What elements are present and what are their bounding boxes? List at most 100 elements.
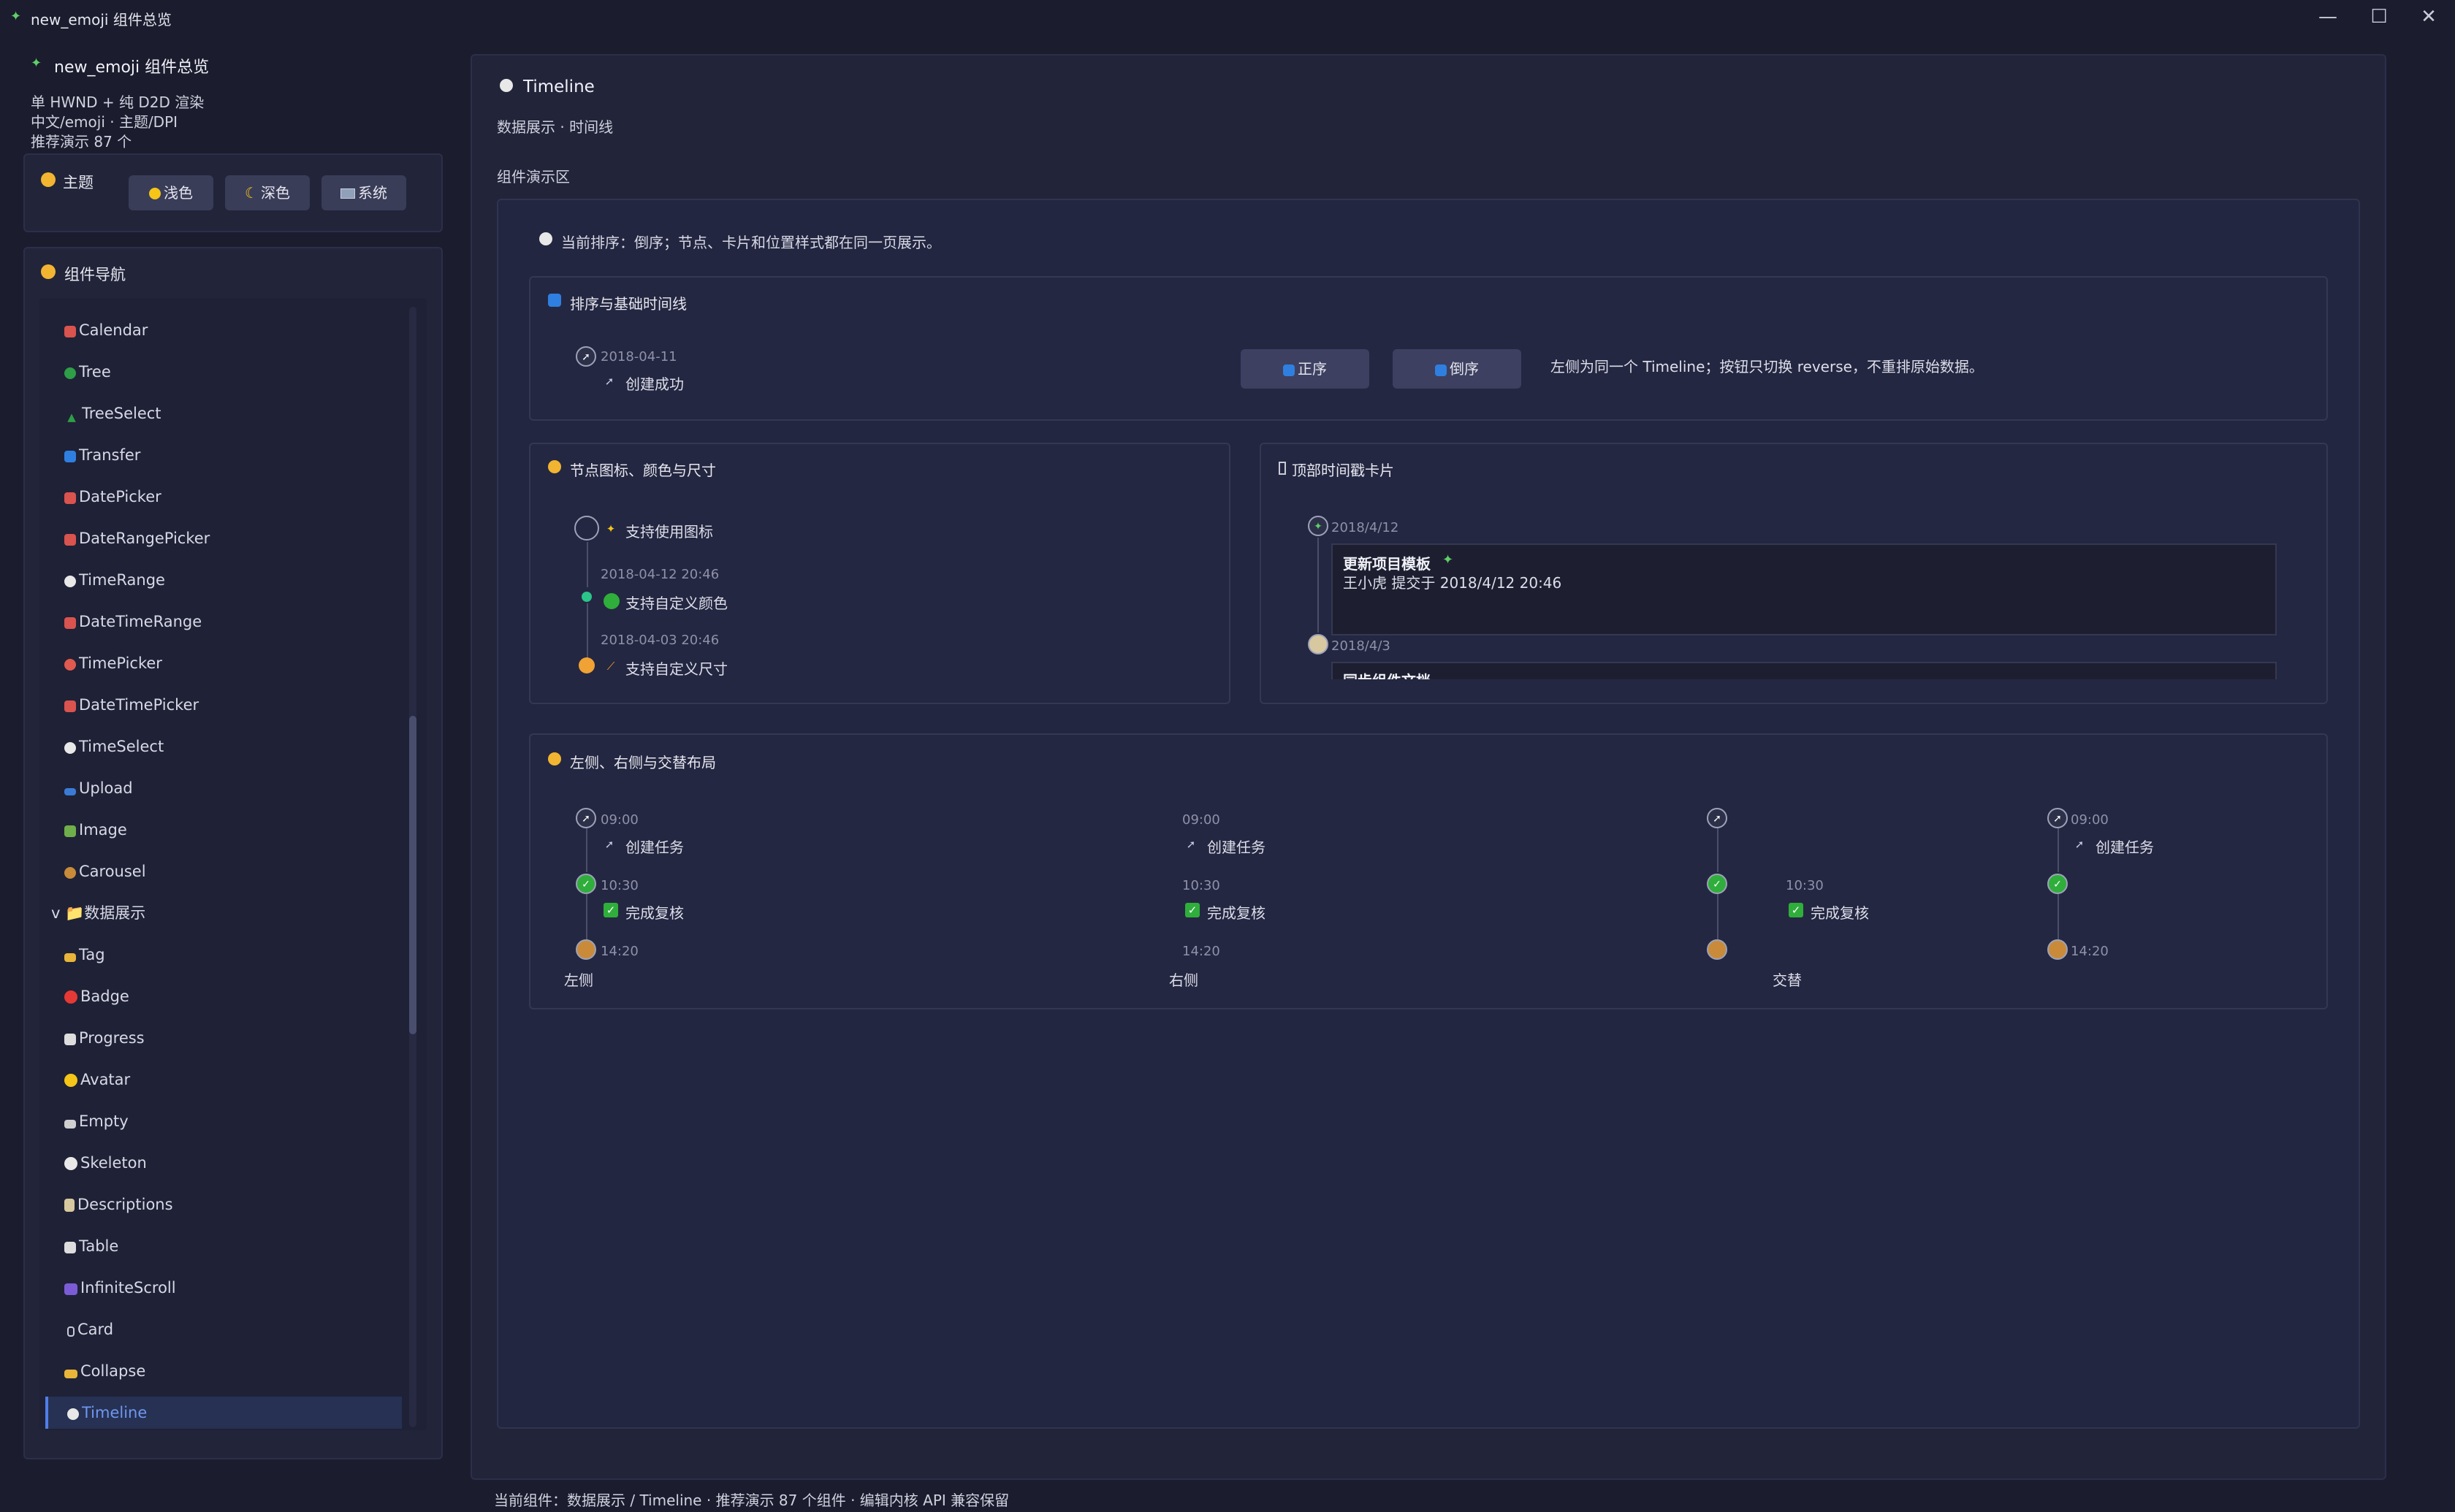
sidebar-item-upload[interactable]: Upload [64, 774, 400, 803]
package-icon [2047, 939, 2068, 960]
sidebar-item-label: Upload [79, 779, 133, 797]
computer-icon [340, 188, 355, 199]
timeline-line [586, 894, 587, 939]
theme-light-label: 浅色 [164, 184, 193, 202]
timestamp: 2018-04-11 [601, 349, 677, 364]
evergreen-tree-icon: ▲ [67, 411, 76, 424]
sidebar-item-avatar[interactable]: Avatar [64, 1065, 400, 1094]
minimize-button[interactable]: — [2313, 4, 2342, 29]
timeline-item-text: 创建任务 [625, 839, 684, 856]
sidebar-item-treeselect[interactable]: ▲ TreeSelect [64, 399, 400, 428]
sidebar-item-datetimerange[interactable]: DateTimeRange [64, 607, 400, 636]
alarm-clock-icon [64, 659, 76, 671]
sidebar-item-badge[interactable]: Badge [64, 982, 400, 1011]
clock-icon [67, 1408, 79, 1420]
timeline-card-subtitle: 王小虎 提交于 2018/4/12 20:46 [1343, 574, 1562, 592]
scrollbar-thumb[interactable] [409, 716, 416, 1034]
sidebar-item-label: Image [79, 821, 127, 839]
sidebar-item-timepicker[interactable]: TimePicker [64, 649, 400, 678]
palette-icon [548, 460, 561, 473]
theme-light-button[interactable]: 浅色 [129, 175, 213, 210]
sidebar-item-card[interactable]: Card [64, 1315, 400, 1344]
scroll-icon [1308, 634, 1328, 654]
sidebar-item-progress[interactable]: Progress [64, 1023, 400, 1053]
chart-icon [64, 1034, 76, 1045]
close-button[interactable]: ✕ [2414, 4, 2443, 29]
sidebar-item-label: TimeSelect [79, 738, 164, 755]
tag-icon [64, 953, 76, 962]
sidebar-item-label: Tree [79, 363, 111, 381]
sidebar-item-image[interactable]: Image [64, 815, 400, 844]
sidebar-item-label: Timeline [82, 1404, 148, 1421]
sort-card-title: 排序与基础时间线 [570, 295, 687, 313]
timeline-line [587, 542, 588, 587]
app-title: new_emoji 组件总览 [54, 58, 210, 77]
timeline-item-text: 支持自定义颜色 [625, 595, 728, 612]
theme-system-button[interactable]: 系统 [321, 175, 406, 210]
page-title: Timeline [523, 77, 595, 96]
sidebar-item-timerange[interactable]: TimeRange [64, 565, 400, 595]
palette-icon [41, 172, 56, 187]
timeline-line [2058, 894, 2059, 939]
package-icon [576, 939, 596, 960]
sidebar-item-transfer[interactable]: Transfer [64, 440, 400, 470]
green-dot [582, 592, 592, 602]
sidebar-item-tree[interactable]: Tree [64, 357, 400, 386]
ruler-icon: ⟋ [606, 660, 615, 673]
up-arrow-icon [1283, 364, 1295, 376]
sidebar-item-timeline[interactable]: Timeline [45, 1397, 402, 1429]
rocket-icon: ➚ [2074, 838, 2085, 851]
maximize-button[interactable]: ☐ [2364, 4, 2394, 29]
timestamp: 2018/4/3 [1331, 638, 1390, 654]
timestamp: 10:30 [1182, 878, 1220, 893]
sidebar-item-skeleton[interactable]: Skeleton [64, 1148, 400, 1177]
button-label: 倒序 [1450, 360, 1479, 378]
title-bar: ✦ new_emoji 组件总览 — ☐ ✕ [0, 0, 2455, 34]
sidebar-item-tag[interactable]: Tag [64, 940, 400, 969]
rocket-icon: ➚ [2047, 808, 2068, 828]
sidebar-item-carousel[interactable]: Carousel [64, 857, 400, 886]
calendar-icon [64, 326, 76, 337]
button-label: 正序 [1298, 360, 1327, 378]
repeat-icon [548, 294, 561, 307]
window-title: new_emoji 组件总览 [31, 11, 172, 28]
sort-desc-button[interactable]: 倒序 [1393, 349, 1521, 389]
timeline-line [1317, 538, 1319, 633]
timeline-item-text: 支持使用图标 [625, 523, 713, 541]
timeline-line [1717, 894, 1718, 939]
clipboard-icon [64, 1199, 75, 1212]
timeline-item-text: 完成复核 [1811, 904, 1869, 922]
smiley-icon [64, 1074, 77, 1087]
timeline-line [586, 828, 587, 872]
sidebar-item-label: InfiniteScroll [80, 1279, 176, 1297]
upload-icon [64, 788, 76, 795]
card-icon [1279, 462, 1286, 475]
timeline-card-title: 更新项目模板 [1343, 555, 1431, 573]
sidebar-group-data-display[interactable]: v 📁数据展示 [51, 898, 387, 928]
orange-dot [579, 657, 595, 673]
sidebar-item-datepicker[interactable]: DatePicker [64, 482, 400, 511]
rocket-icon: ➚ [604, 375, 614, 388]
sidebar-item-label: TimeRange [79, 571, 165, 589]
sidebar-item-daterangepicker[interactable]: DateRangePicker [64, 524, 400, 553]
green-circle-icon [604, 593, 620, 609]
sidebar-item-empty[interactable]: Empty [64, 1107, 400, 1136]
theme-dark-button[interactable]: ☾ 深色 [225, 175, 310, 210]
sidebar-item-calendar[interactable]: Calendar [64, 316, 400, 345]
sidebar-item-table[interactable]: Table [64, 1232, 400, 1261]
rocket-icon: ➚ [576, 346, 596, 367]
sidebar-item-label: Progress [79, 1029, 145, 1047]
sidebar-item-timeselect[interactable]: TimeSelect [64, 732, 400, 761]
sort-asc-button[interactable]: 正序 [1241, 349, 1369, 389]
demo-section-label: 组件演示区 [497, 168, 570, 186]
sparkle-node [574, 516, 599, 541]
calendar-icon [64, 617, 76, 629]
info-line: 单 HWND + 纯 D2D 渲染 [31, 93, 205, 111]
sidebar-item-datetimepicker[interactable]: DateTimePicker [64, 690, 400, 719]
sidebar-item-collapse[interactable]: Collapse [64, 1356, 400, 1386]
sort-card [529, 276, 2328, 421]
check-mark-icon: ✓ [604, 903, 618, 917]
sidebar-item-descriptions[interactable]: Descriptions [64, 1190, 400, 1219]
sidebar-item-label: Tag [79, 946, 105, 963]
sidebar-item-infinitescroll[interactable]: InfiniteScroll [64, 1273, 400, 1302]
